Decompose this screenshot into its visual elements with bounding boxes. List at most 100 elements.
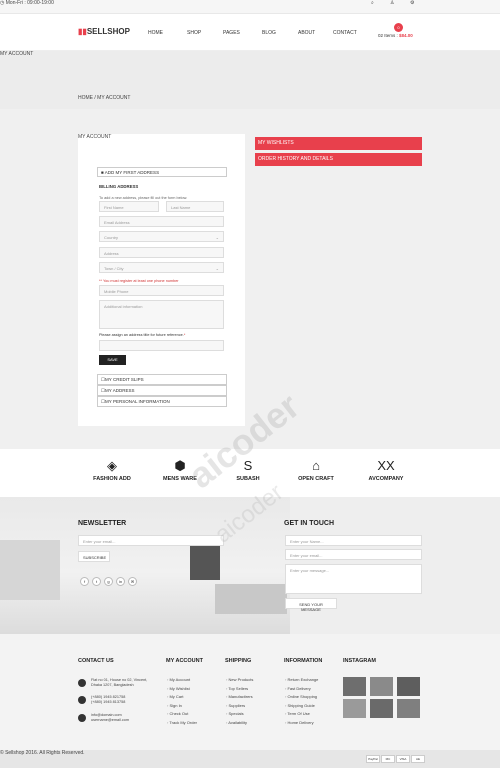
footer-link[interactable]: Shipping Guide bbox=[285, 703, 314, 708]
copyright: © Sellshop 2016. All Rights Reserved. bbox=[0, 750, 85, 756]
linkedin-icon[interactable]: in bbox=[116, 577, 125, 586]
google-plus-icon[interactable]: g bbox=[104, 577, 113, 586]
cart-bag-icon[interactable]: 0 bbox=[394, 23, 403, 32]
save-button[interactable]: SAVE bbox=[99, 355, 126, 365]
address-field[interactable]: Address bbox=[99, 247, 224, 258]
first-name-field[interactable]: First Name bbox=[99, 201, 159, 212]
contact-address: Flat no 01, House no 02, Vincent, Dhaka 1… bbox=[91, 678, 148, 687]
visa-icon: VISA bbox=[396, 755, 410, 763]
nav-home[interactable]: HOME bbox=[148, 30, 163, 36]
newsletter-email-input[interactable]: Enter your email... bbox=[78, 535, 224, 546]
footer-link[interactable]: Home Delivery bbox=[285, 720, 313, 725]
footer-link[interactable]: Top Sellers bbox=[226, 686, 248, 691]
country-select[interactable]: Country ⌄ bbox=[99, 231, 224, 242]
logo-mark-icon: ▮▮ bbox=[78, 27, 87, 36]
billing-label: BILLING ADDRESS bbox=[99, 184, 139, 189]
search-icon[interactable]: ⌕ bbox=[371, 0, 374, 6]
page-title: MY ACCOUNT bbox=[0, 51, 34, 57]
instagram-photo[interactable] bbox=[397, 677, 420, 696]
last-name-field[interactable]: Last Name bbox=[166, 201, 224, 212]
email-icon[interactable]: ✉ bbox=[128, 577, 137, 586]
cart-summary: 02 Items : $84.00 bbox=[378, 33, 413, 38]
facebook-icon[interactable]: f bbox=[80, 577, 89, 586]
brand-avcompany[interactable]: XX AVCOMPANY bbox=[356, 458, 416, 483]
footer-link[interactable]: Fast Delivery bbox=[285, 686, 310, 691]
nav-shop[interactable]: SHOP bbox=[187, 30, 201, 36]
personal-info-option[interactable]: ☐MY PERSONAL INFORMATION bbox=[97, 396, 227, 407]
send-message-button[interactable]: SEND YOUR MESSAGE bbox=[285, 598, 337, 612]
footer-link[interactable]: New Products bbox=[226, 677, 253, 682]
footer-link[interactable]: Manufactirers bbox=[226, 694, 252, 699]
twitter-icon[interactable]: t bbox=[92, 577, 101, 586]
instagram-heading: INSTAGRAM bbox=[343, 658, 376, 664]
town-select[interactable]: Town / City ⌄ bbox=[99, 262, 224, 273]
instagram-photo[interactable] bbox=[370, 699, 393, 718]
brand-logo-icon: ◈ bbox=[107, 458, 117, 473]
footer-link[interactable]: Suppliers bbox=[226, 703, 245, 708]
footer-link[interactable]: My Cart bbox=[167, 694, 183, 699]
nav-blog[interactable]: BLOG bbox=[262, 30, 276, 36]
email-field[interactable]: Email Address bbox=[99, 216, 224, 227]
contact-email-input[interactable]: Enter your email... bbox=[285, 549, 422, 560]
clothes-rack-image bbox=[190, 540, 220, 580]
subscribe-button[interactable]: SUBSCRIBE bbox=[78, 551, 110, 562]
nav-about[interactable]: ABOUT bbox=[298, 30, 315, 36]
brand-logo-icon: XX bbox=[377, 458, 395, 473]
account-heading: MY ACCOUNT bbox=[78, 134, 112, 140]
contact-name-input[interactable]: Enter your Name... bbox=[285, 535, 422, 546]
footer-link[interactable]: Online Shopping bbox=[285, 694, 317, 699]
footer-link[interactable]: Check Out bbox=[167, 711, 188, 716]
footer-link[interactable]: Term Of Use bbox=[285, 711, 309, 716]
get-in-touch-title: GET IN TOUCH bbox=[284, 520, 335, 527]
brand-fashion-add[interactable]: ◈ FASHION ADD bbox=[82, 458, 142, 483]
main-area bbox=[0, 109, 500, 449]
wishlists-button[interactable]: MY WISHLISTS bbox=[255, 137, 422, 150]
brand-open-craft[interactable]: ⌂ OPEN CRAFT bbox=[286, 458, 346, 483]
business-hours: ◷ Mon-Fri : 09:00-19:00 bbox=[0, 0, 54, 6]
site-header bbox=[0, 14, 500, 51]
my-address-option[interactable]: ☐MY ADDRESS bbox=[97, 385, 227, 396]
footer-link[interactable]: Specials bbox=[226, 711, 243, 716]
contact-emails: info@domain.com username@email.com bbox=[91, 713, 130, 722]
map-pin-icon bbox=[78, 679, 86, 687]
amex-icon: AE bbox=[411, 755, 425, 763]
add-first-address[interactable]: ■ ADD MY FIRST ADDRESS bbox=[97, 167, 227, 177]
nav-pages[interactable]: PAGES bbox=[223, 30, 240, 36]
paypal-icon: PayPal bbox=[366, 755, 380, 763]
order-history-button[interactable]: ORDER HISTORY AND DETAILS bbox=[255, 153, 422, 166]
contact-phones: (+880) 1945 821758 (+880) 1945 813758 bbox=[91, 695, 126, 704]
footer-link[interactable]: Availability bbox=[226, 720, 247, 725]
top-bar bbox=[0, 0, 500, 14]
page-banner bbox=[0, 51, 500, 109]
contact-message-input[interactable]: Enter your message... bbox=[285, 564, 422, 594]
instagram-photo[interactable] bbox=[397, 699, 420, 718]
footer-link[interactable]: My Account bbox=[167, 677, 190, 682]
breadcrumb-home[interactable]: HOME bbox=[78, 95, 93, 101]
contact-us-heading: CONTACT US bbox=[78, 658, 114, 664]
mastercard-icon: MC bbox=[381, 755, 395, 763]
logo[interactable]: ▮▮SELLSHOP bbox=[78, 27, 130, 36]
assign-label: Please assign an address title for futur… bbox=[99, 333, 186, 337]
instagram-photo[interactable] bbox=[343, 699, 366, 718]
information-heading: INFORMATION bbox=[284, 658, 323, 664]
chevron-down-icon: ⌄ bbox=[215, 266, 219, 271]
address-title-field[interactable] bbox=[99, 340, 224, 351]
user-icon[interactable]: ♙ bbox=[390, 0, 394, 6]
newsletter-title: NEWSLETTER bbox=[78, 520, 127, 527]
footer-link[interactable]: Track My Order bbox=[167, 720, 197, 725]
breadcrumb: HOME / MY ACCOUNT bbox=[78, 95, 131, 101]
mail-icon bbox=[78, 714, 86, 722]
footer-link[interactable]: Return Exchange bbox=[285, 677, 318, 682]
credit-slips-option[interactable]: ☐MY CREDIT SLIPS bbox=[97, 374, 227, 385]
instagram-photo[interactable] bbox=[370, 677, 393, 696]
footer bbox=[0, 634, 500, 750]
instagram-photo[interactable] bbox=[343, 677, 366, 696]
mobile-field[interactable]: Mobile Phone bbox=[99, 285, 224, 296]
additional-info-field[interactable]: Additional information bbox=[99, 300, 224, 329]
nav-contact[interactable]: CONTACT bbox=[333, 30, 357, 36]
footer-link[interactable]: My Wishlist bbox=[167, 686, 189, 691]
footer-link[interactable]: Sign In bbox=[167, 703, 181, 708]
brand-logo-icon: ⌂ bbox=[312, 458, 320, 473]
my-account-heading: MY ACCOUNT bbox=[166, 658, 203, 664]
settings-icon[interactable]: ⚙ bbox=[410, 0, 414, 6]
